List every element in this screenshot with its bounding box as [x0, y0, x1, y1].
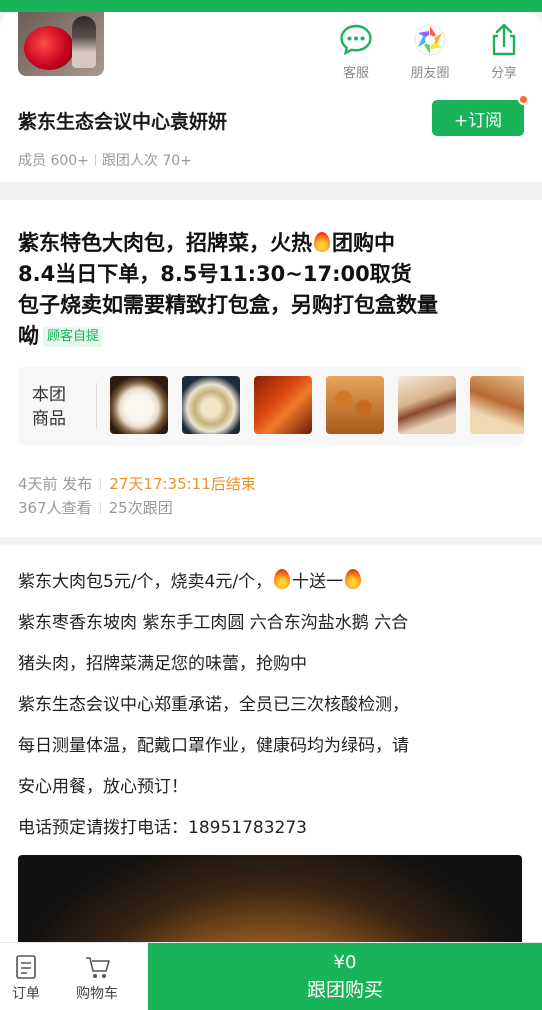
- moments-button[interactable]: 朋友圈: [402, 22, 458, 81]
- product-thumb-bun[interactable]: [110, 376, 168, 434]
- join-buy-label: 跟团购买: [306, 979, 383, 1001]
- avatar-person: [72, 16, 96, 68]
- meta-divider: [100, 478, 102, 490]
- title-line: 8.4当日下单，8.5号11:30~17:00取货: [18, 262, 412, 286]
- title-text: 紫东特色大肉包，招牌菜，火热: [18, 231, 312, 255]
- cart-icon: [86, 957, 110, 978]
- meta-row: 4天前 发布 27天17:35:11后结束: [18, 472, 256, 496]
- avatar-roses: [24, 26, 74, 70]
- group-stats: 成员 600+ 跟团人次 70+: [18, 150, 192, 170]
- pickup-badge: 顾客自提: [43, 327, 104, 347]
- post-time: 4天前 发布: [18, 475, 93, 493]
- title-line: 呦顾客自提: [18, 321, 528, 352]
- header-actions: 客服 朋友圈 分享: [328, 22, 532, 81]
- description-line: 紫东生态会议中心郑重承诺，全员已三次核酸检测，: [18, 695, 409, 715]
- product-thumb-pork-belly[interactable]: [254, 376, 312, 434]
- product-thumb-pig-head[interactable]: [470, 376, 524, 434]
- chat-icon: [340, 24, 372, 56]
- fire-icon: [345, 569, 362, 589]
- title-text: 呦: [18, 324, 39, 348]
- share-button[interactable]: 分享: [476, 22, 532, 81]
- product-thumb-meatballs[interactable]: [326, 376, 384, 434]
- description-line: 每日测量体温，配戴口罩作业，健康码均为绿码，请: [18, 736, 409, 756]
- moments-label: 朋友圈: [410, 66, 450, 81]
- customer-service-label: 客服: [342, 66, 369, 81]
- notification-dot: [518, 94, 529, 105]
- fire-icon: [314, 232, 330, 252]
- cart-button[interactable]: 购物车: [76, 953, 118, 1003]
- products-divider: [96, 383, 97, 429]
- orders-label: 订单: [12, 986, 40, 1002]
- description-line: 紫东枣香东坡肉 紫东手工肉圆 六合东沟盐水鹅 六合: [18, 613, 409, 633]
- title-line: 紫东特色大肉包，招牌菜，火热 团购中: [18, 228, 528, 259]
- stats-divider: [94, 154, 96, 166]
- subscribe-label: +订阅: [453, 110, 503, 131]
- description-card: 紫东大肉包5元/个，烧卖4元/个， 十送一 紫东枣香东坡肉 紫东手工肉圆 六合东沟…: [0, 545, 542, 1010]
- description-line: 紫东大肉包5元/个，烧卖4元/个， 十送一: [18, 562, 528, 603]
- share-icon: [492, 23, 516, 56]
- cart-label: 购物车: [76, 986, 118, 1002]
- avatar[interactable]: [18, 12, 104, 76]
- follower-count: 跟团人次 70+: [101, 153, 192, 169]
- product-thumbnails: [110, 376, 524, 434]
- bottom-action-bar: 订单 购物车 ¥0 跟团购买: [0, 942, 542, 1010]
- countdown-timer: 27天17:35:11后结束: [109, 475, 256, 493]
- description-line: 安心用餐，放心预订！: [18, 777, 188, 797]
- join-count: 25次跟团: [108, 499, 173, 517]
- description-line: 猪头肉，招牌菜满足您的味蕾，抢购中: [18, 654, 307, 674]
- product-thumb-shaomai[interactable]: [182, 376, 240, 434]
- view-count: 367人查看: [18, 499, 92, 517]
- member-count: 成员 600+: [18, 153, 89, 169]
- customer-service-button[interactable]: 客服: [328, 22, 384, 81]
- meta-row: 367人查看 25次跟团: [18, 496, 256, 520]
- description-text-part: 紫东大肉包5元/个，烧卖4元/个，: [18, 572, 273, 592]
- share-label: 分享: [490, 66, 517, 81]
- description-text: 紫东大肉包5元/个，烧卖4元/个， 十送一 紫东枣香东坡肉 紫东手工肉圆 六合东沟…: [18, 562, 528, 849]
- post-card: 紫东特色大肉包，招牌菜，火热 团购中 8.4当日下单，8.5号11:30~17:0…: [0, 200, 542, 537]
- products-label: 本团商品: [32, 385, 66, 429]
- join-buy-button[interactable]: ¥0 跟团购买: [148, 943, 542, 1010]
- orders-button[interactable]: 订单: [12, 953, 40, 1003]
- fire-icon: [274, 569, 291, 589]
- subscribe-button[interactable]: +订阅: [432, 94, 529, 136]
- group-name: 紫东生态会议中心袁妍妍: [18, 111, 228, 133]
- moments-icon: [414, 24, 446, 56]
- product-strip[interactable]: 本团商品: [18, 367, 524, 445]
- order-list-icon: [16, 955, 36, 979]
- post-meta: 4天前 发布 27天17:35:11后结束 367人查看 25次跟团: [18, 472, 256, 520]
- product-thumb-goose[interactable]: [398, 376, 456, 434]
- title-line: 包子烧卖如需要精致打包盒，另购打包盒数量: [18, 293, 438, 317]
- meta-divider: [99, 502, 101, 514]
- group-profile-card: 客服 朋友圈 分享 紫东生态会议中心袁妍妍 +订阅 成员 600+ 跟团人次 7…: [0, 12, 542, 182]
- description-text-part: 十送一: [292, 572, 344, 592]
- total-price: ¥0: [333, 952, 357, 973]
- description-line: 电话预定请拨打电话：18951783273: [18, 818, 307, 838]
- top-accent-bar: [0, 0, 542, 12]
- post-title: 紫东特色大肉包，招牌菜，火热 团购中 8.4当日下单，8.5号11:30~17:0…: [18, 228, 528, 352]
- title-text: 团购中: [332, 231, 395, 255]
